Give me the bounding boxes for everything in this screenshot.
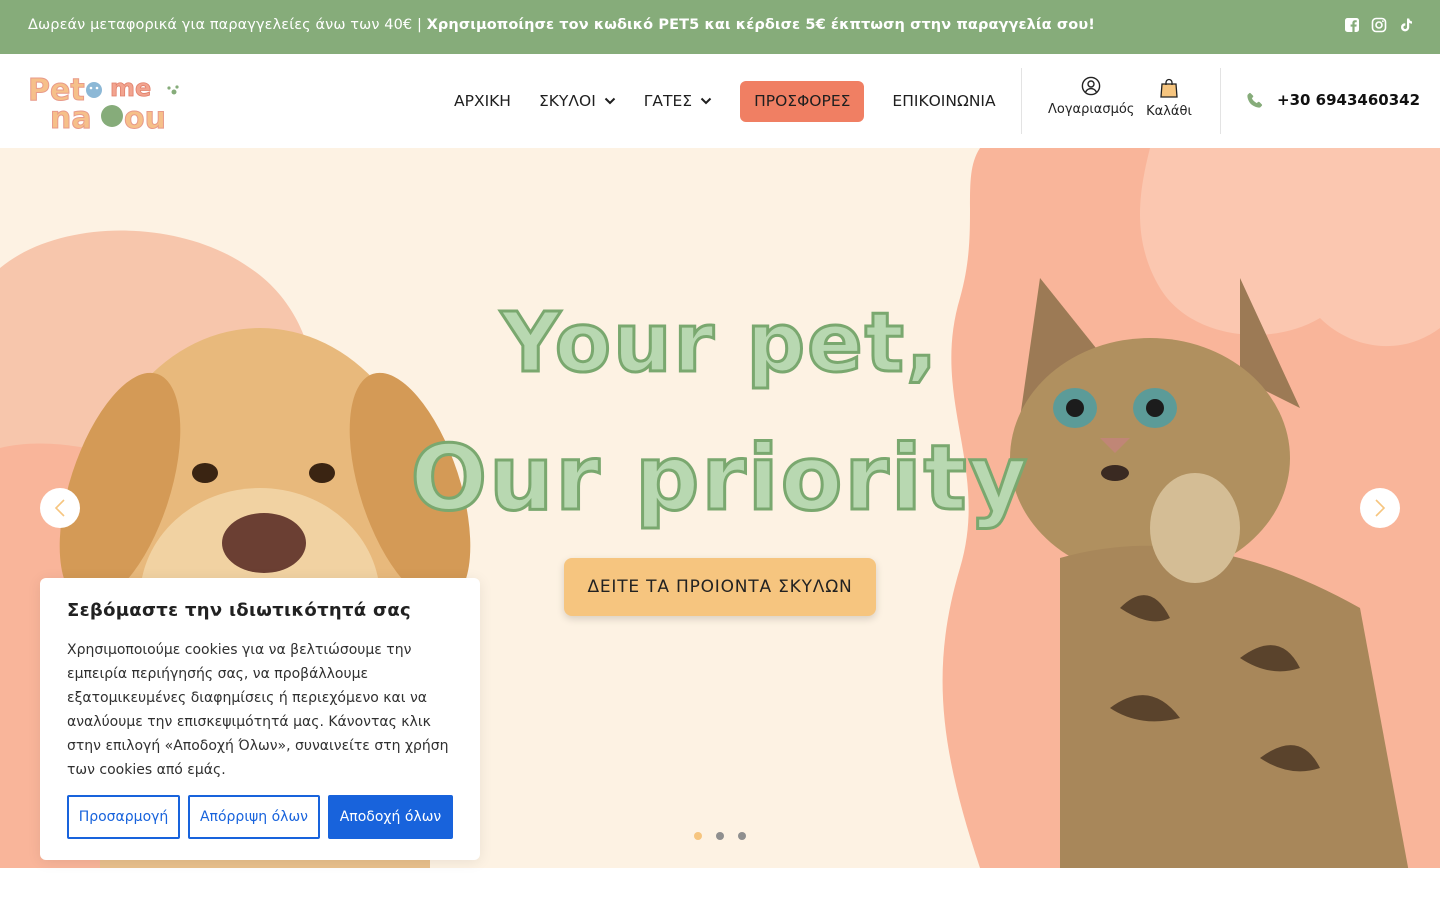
facebook-icon[interactable] <box>1344 17 1360 33</box>
phone-number: +30 6943460342 <box>1277 91 1421 109</box>
svg-text:me: me <box>110 74 151 102</box>
site-header: Pet me na ou ΑΡΧΙΚΗ ΣΚΥΛΟΙ ΓΑΤΕΣ ΠΡΟΣΦΟΡ… <box>0 54 1440 148</box>
announcement-message: Δωρεάν μεταφορικά για παραγγελείες άνω τ… <box>28 17 1095 33</box>
nav-home[interactable]: ΑΡΧΙΚΗ <box>440 81 525 121</box>
account-label: Λογαριασμός <box>1048 102 1135 117</box>
nav-dogs[interactable]: ΣΚΥΛΟΙ <box>525 81 630 121</box>
nav-offers[interactable]: ΠΡΟΣΦΟΡΕΣ <box>740 80 865 122</box>
cart-link[interactable]: Καλάθι <box>1144 78 1194 119</box>
phone-icon <box>1247 92 1263 108</box>
instagram-icon[interactable] <box>1371 17 1387 33</box>
announcement-text: Δωρεάν μεταφορικά για παραγγελείες άνω τ… <box>28 17 427 33</box>
slider-prev-button[interactable] <box>40 488 80 528</box>
chevron-right-icon <box>1375 499 1386 517</box>
chevron-down-icon <box>604 97 615 105</box>
nav-cats-label: ΓΑΤΕΣ <box>643 92 693 110</box>
tiktok-icon[interactable] <box>1398 17 1414 33</box>
announcement-promo-text: Χρησιμοποίησε τον κωδικό PET5 και κέρδισ… <box>426 17 1095 33</box>
nav-dogs-label: ΣΚΥΛΟΙ <box>538 92 596 110</box>
slider-next-button[interactable] <box>1360 488 1400 528</box>
user-icon <box>1081 76 1101 96</box>
cookie-title: Σεβόμαστε την ιδιωτικότητά σας <box>67 600 411 621</box>
cookie-customize-button[interactable]: Προσαρμογή <box>67 795 180 839</box>
hero-headline-line1: Your pet, <box>499 295 940 393</box>
nav-cats[interactable]: ΓΑΤΕΣ <box>630 81 726 121</box>
svg-text:ou: ou <box>124 101 166 132</box>
account-link[interactable]: Λογαριασμός <box>1048 76 1134 117</box>
slider-dot[interactable] <box>694 832 702 840</box>
shopping-bag-icon <box>1160 78 1178 98</box>
slider-dot[interactable] <box>716 832 724 840</box>
cookie-actions: Προσαρμογή Απόρριψη όλων Αποδοχή όλων <box>67 795 453 839</box>
hero-headline-line2: Our priority <box>409 425 1030 533</box>
phone-link[interactable]: +30 6943460342 <box>1247 91 1420 109</box>
nav-home-label: ΑΡΧΙΚΗ <box>454 92 511 110</box>
nav-contact-label: ΕΠΙΚΟΙΝΩΝΙΑ <box>892 92 996 110</box>
cookie-consent-dialog: Σεβόμαστε την ιδιωτικότητά σας Χρησιμοπο… <box>40 578 480 860</box>
header-divider <box>1021 68 1022 134</box>
cookie-reject-all-button[interactable]: Απόρριψη όλων <box>188 795 320 839</box>
site-logo[interactable]: Pet me na ou <box>28 70 180 137</box>
svg-text:na: na <box>50 101 92 132</box>
social-links <box>1344 17 1414 33</box>
nav-contact[interactable]: ΕΠΙΚΟΙΝΩΝΙΑ <box>878 81 1009 121</box>
cart-label: Καλάθι <box>1146 104 1192 119</box>
slider-pagination <box>694 832 746 840</box>
chevron-left-icon <box>54 499 65 517</box>
cookie-description: Χρησιμοποιούμε cookies για να βελτιώσουμ… <box>67 642 449 778</box>
announcement-bar: Δωρεάν μεταφορικά για παραγγελείες άνω τ… <box>0 0 1440 54</box>
main-nav: ΑΡΧΙΚΗ ΣΚΥΛΟΙ ΓΑΤΕΣ ΠΡΟΣΦΟΡΕΣ ΕΠΙΚΟΙΝΩΝΙ… <box>440 80 1010 122</box>
shop-dog-products-button[interactable]: ΔΕΙΤΕ ΤΑ ΠΡΟΙΟΝΤΑ ΣΚΥΛΩΝ <box>564 558 876 616</box>
slider-dot[interactable] <box>738 832 746 840</box>
chevron-down-icon <box>700 97 712 105</box>
nav-offers-label: ΠΡΟΣΦΟΡΕΣ <box>754 92 851 110</box>
header-divider <box>1220 68 1221 134</box>
cookie-accept-all-button[interactable]: Αποδοχή όλων <box>328 795 453 839</box>
